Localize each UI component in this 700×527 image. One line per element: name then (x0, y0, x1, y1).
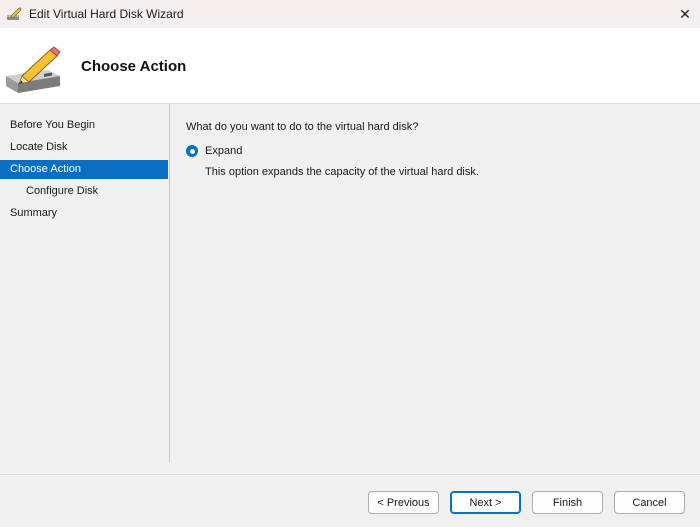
close-icon[interactable]: ✕ (670, 0, 700, 28)
window-title: Edit Virtual Hard Disk Wizard (29, 7, 184, 21)
nav-item-choose-action[interactable]: Choose Action (0, 160, 168, 179)
nav-item-locate-disk[interactable]: Locate Disk (0, 138, 168, 157)
expand-option[interactable]: Expand (186, 145, 242, 157)
disk-pencil-icon (7, 7, 22, 20)
wizard-header: Choose Action (0, 28, 700, 104)
expand-radio-label[interactable]: Expand (205, 145, 242, 157)
nav-item-before-you-begin[interactable]: Before You Begin (0, 116, 168, 135)
action-question: What do you want to do to the virtual ha… (186, 121, 419, 133)
expand-description: This option expands the capacity of the … (205, 166, 479, 178)
nav-item-summary[interactable]: Summary (0, 204, 168, 223)
next-button[interactable]: Next > (450, 491, 521, 514)
expand-radio[interactable] (186, 145, 198, 157)
cancel-button[interactable]: Cancel (614, 491, 685, 514)
wizard-steps-nav: Before You Begin Locate Disk Choose Acti… (0, 104, 170, 462)
page-title: Choose Action (81, 58, 187, 75)
title-bar: Edit Virtual Hard Disk Wizard ✕ (0, 0, 700, 28)
main-content: What do you want to do to the virtual ha… (186, 104, 686, 462)
footer-divider (0, 474, 700, 475)
previous-button[interactable]: < Previous (368, 491, 439, 514)
nav-item-configure-disk[interactable]: Configure Disk (0, 182, 168, 201)
disk-pencil-icon (6, 46, 61, 93)
finish-button[interactable]: Finish (532, 491, 603, 514)
